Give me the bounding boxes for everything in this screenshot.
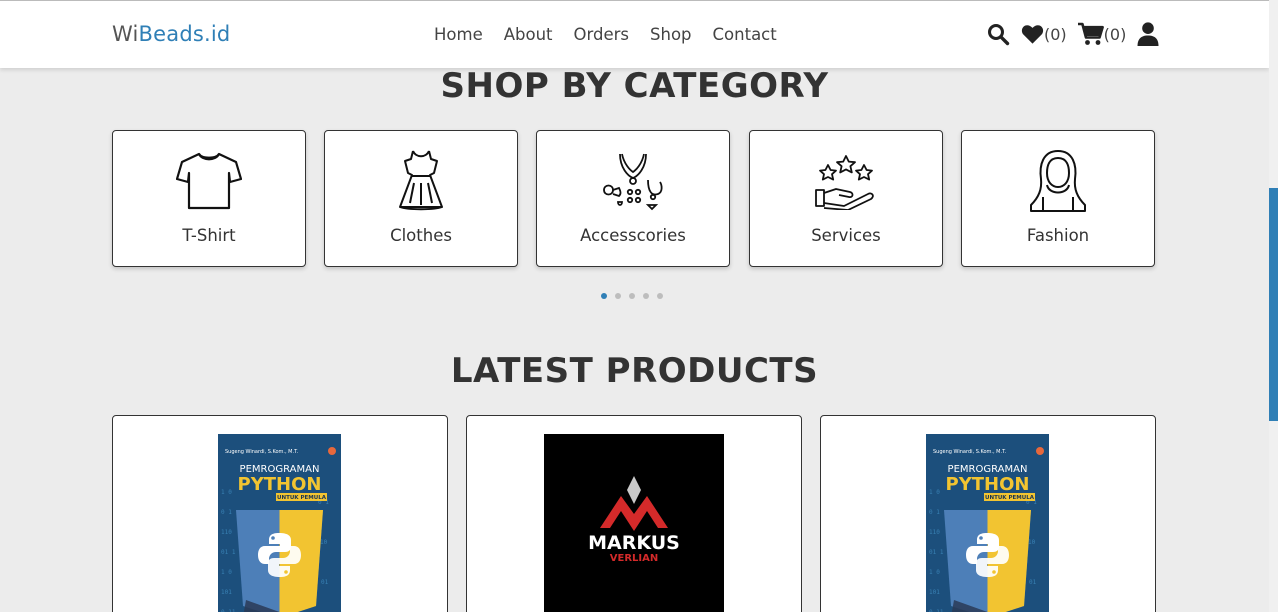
dress-icon — [396, 149, 446, 213]
search-icon — [988, 24, 1010, 46]
scrollbar-thumb[interactable] — [1269, 188, 1278, 421]
wishlist-button[interactable]: (0) — [1021, 23, 1067, 45]
carousel-dot-4[interactable] — [643, 293, 649, 299]
nav-link-contact[interactable]: Contact — [713, 25, 777, 44]
product-card[interactable]: MARKUS VERLIAN — [466, 415, 802, 612]
svg-text:1 0: 1 0 — [929, 489, 940, 496]
svg-text:1 0: 1 0 — [221, 489, 232, 496]
stars-hand-icon — [814, 149, 878, 213]
jewelry-icon — [600, 149, 666, 213]
nav-link-shop[interactable]: Shop — [650, 25, 692, 44]
svg-text:1 0: 1 0 — [929, 569, 940, 576]
category-card-services[interactable]: Services — [749, 130, 943, 267]
product-image-markus-verlian[interactable]: MARKUS VERLIAN — [544, 434, 724, 612]
svg-text:01: 01 — [321, 579, 329, 586]
logo-subtitle: VERLIAN — [610, 553, 658, 564]
heart-icon — [1021, 25, 1044, 44]
logo-title: MARKUS — [588, 532, 680, 554]
svg-text:1 0: 1 0 — [221, 569, 232, 576]
book-title-line3: UNTUK PEMULA — [985, 495, 1035, 501]
svg-text:10: 10 — [1028, 539, 1036, 546]
category-card-tshirt[interactable]: T-Shirt — [112, 130, 306, 267]
account-button[interactable] — [1137, 22, 1159, 46]
category-card-fashion[interactable]: Fashion — [961, 130, 1155, 267]
product-image-python-book[interactable]: 1 00 1110 01 11 0101 0 110 110 011 1 Sug… — [218, 434, 341, 612]
nav-link-about[interactable]: About — [504, 25, 553, 44]
svg-text:10: 10 — [320, 539, 328, 546]
brand-logo[interactable]: WiBeads.id — [112, 22, 230, 46]
book-title-line2: PYTHON — [238, 474, 322, 495]
product-card[interactable]: 1 00 1110 01 11 0101 0 110 110 011 1 Sug… — [112, 415, 448, 612]
carousel-dot-1[interactable] — [601, 293, 607, 299]
hijab-woman-icon — [1027, 149, 1089, 213]
nav-link-home[interactable]: Home — [434, 25, 483, 44]
cart-icon — [1077, 22, 1104, 45]
svg-text:101: 101 — [221, 589, 232, 596]
product-image-python-book[interactable]: 1 00 1110 01 11 0101 0 110 110 011 1 Sug… — [926, 434, 1049, 612]
carousel-dot-3[interactable] — [629, 293, 635, 299]
book-title-line3: UNTUK PEMULA — [277, 495, 327, 501]
latest-products-title: LATEST PRODUCTS — [450, 351, 819, 391]
category-label: Services — [811, 226, 881, 245]
book-author: Sugeng Winardi, S.Kom., M.T. — [933, 449, 1007, 455]
svg-text:110: 110 — [221, 529, 232, 536]
svg-text:101: 101 — [929, 589, 940, 596]
tshirt-icon — [176, 149, 242, 213]
svg-text:0 1: 0 1 — [221, 509, 232, 516]
cart-button[interactable]: (0) — [1077, 22, 1127, 46]
carousel-pagination — [601, 293, 663, 299]
svg-text:0 1: 0 1 — [929, 509, 940, 516]
nav-link-orders[interactable]: Orders — [574, 25, 630, 44]
svg-text:110: 110 — [929, 529, 940, 536]
cart-count: (0) — [1103, 24, 1127, 44]
user-icon — [1137, 22, 1159, 46]
category-section-title: SHOP BY CATEGORY — [440, 66, 829, 106]
wishlist-count: (0) — [1044, 24, 1067, 44]
nav-icons: (0) (0) — [986, 22, 1170, 46]
category-label: T-Shirt — [182, 226, 236, 245]
nav-menu: Home About Orders Shop Contact — [434, 25, 798, 44]
category-label: Accesscories — [580, 226, 686, 245]
svg-text:01 1: 01 1 — [221, 549, 236, 556]
category-card-clothes[interactable]: Clothes — [324, 130, 518, 267]
svg-text:01: 01 — [1029, 579, 1037, 586]
svg-text:01 1: 01 1 — [929, 549, 944, 556]
category-label: Clothes — [390, 226, 452, 245]
category-card-accessories[interactable]: Accesscories — [536, 130, 730, 267]
product-card[interactable]: 1 00 1110 01 11 0101 0 110 110 011 1 Sug… — [820, 415, 1156, 612]
category-label: Fashion — [1026, 226, 1090, 245]
search-button[interactable] — [986, 22, 1010, 46]
navbar: WiBeads.id Home About Orders Shop Contac… — [0, 0, 1269, 68]
book-author: Sugeng Winardi, S.Kom., M.T. — [225, 449, 299, 455]
brand-accent: Beads.id — [138, 22, 231, 46]
brand-prefix: Wi — [112, 22, 139, 46]
carousel-dot-5[interactable] — [657, 293, 663, 299]
carousel-dot-2[interactable] — [615, 293, 621, 299]
book-title-line2: PYTHON — [946, 474, 1030, 495]
